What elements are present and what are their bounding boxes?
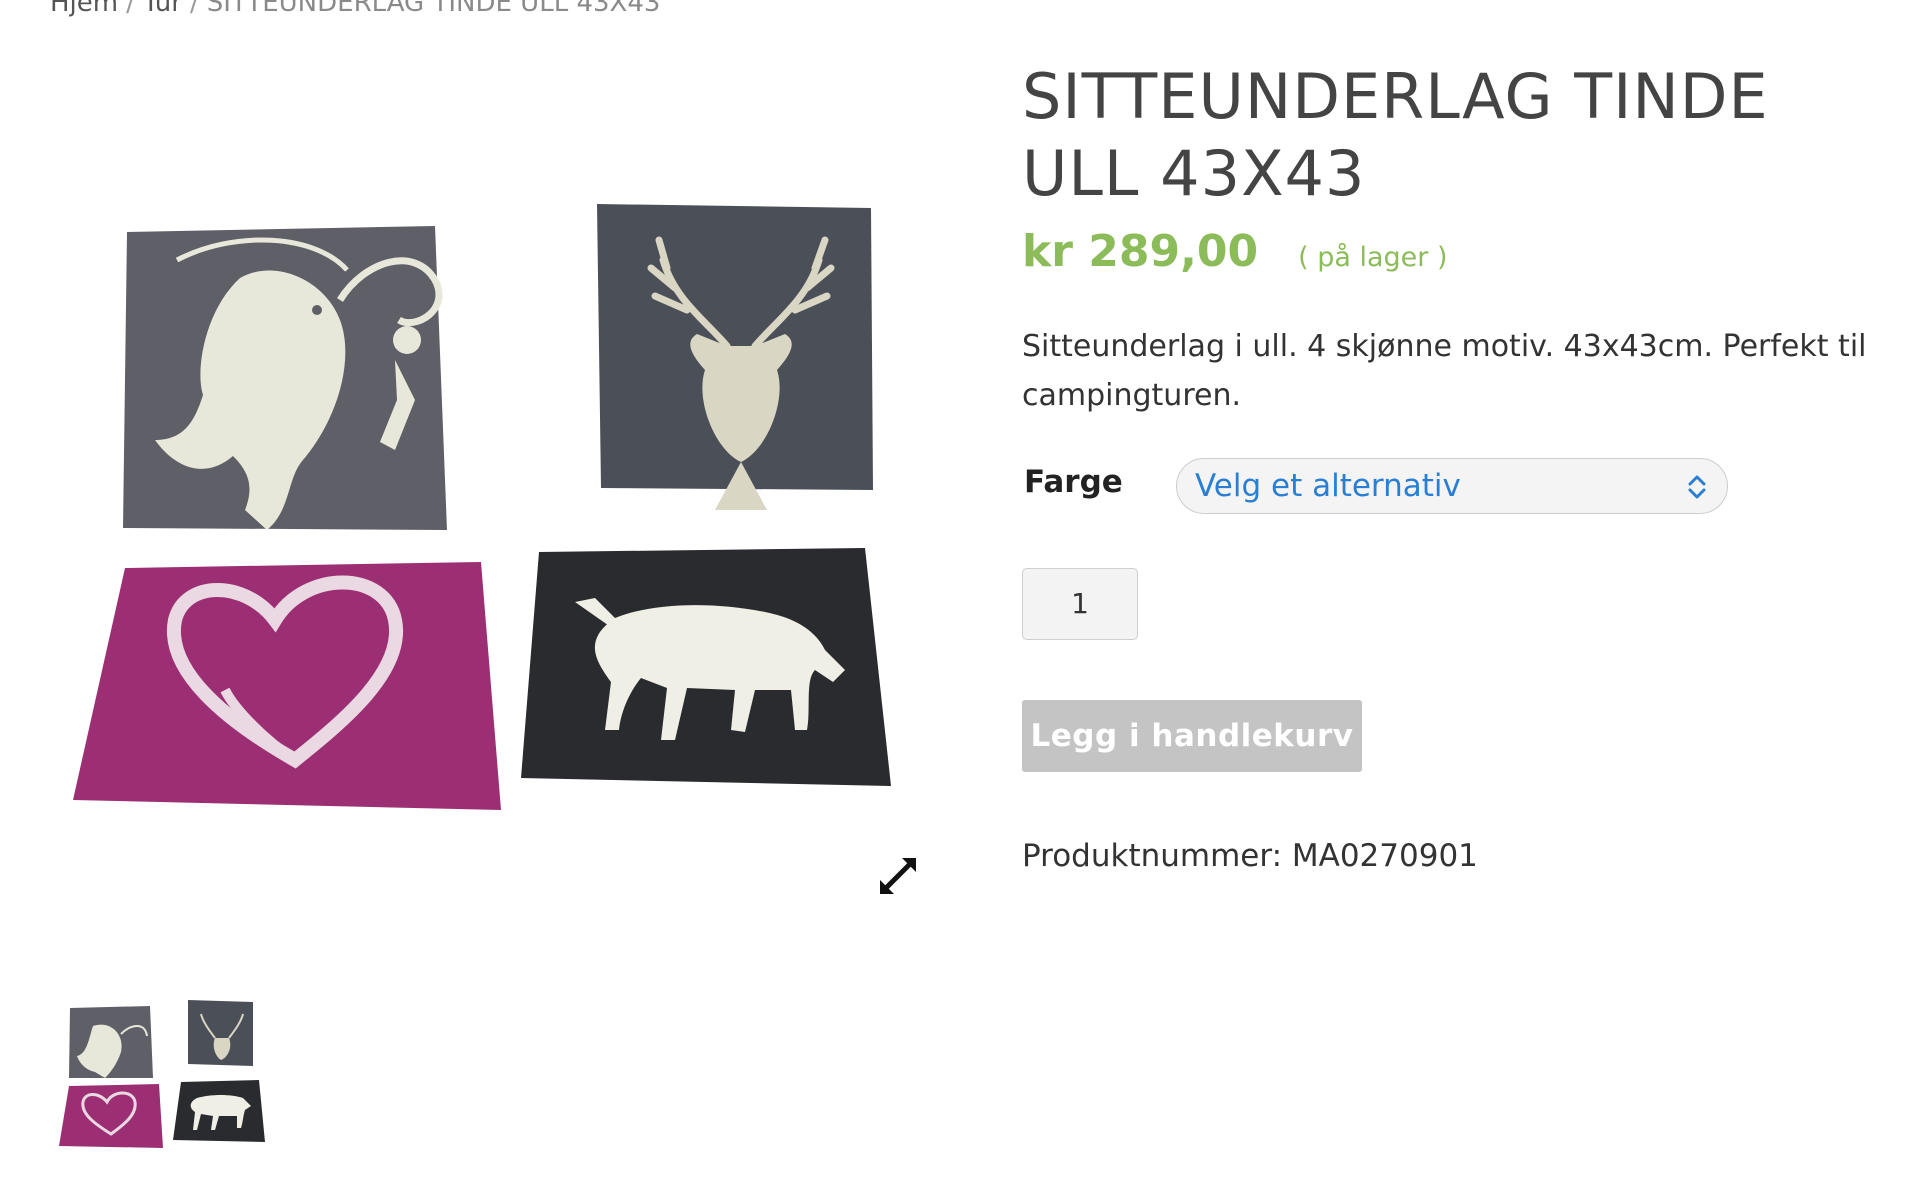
thumbnail-artwork [59, 1000, 265, 1148]
color-select-value: Velg et alternativ [1195, 468, 1461, 504]
gallery-thumbnail[interactable] [55, 998, 273, 1156]
expand-arrows-icon [880, 858, 916, 894]
product-price: kr 289,00 [1022, 226, 1259, 277]
zoom-button[interactable] [868, 846, 928, 906]
product-description: Sitteunderlag i ull. 4 skjønne motiv. 43… [1022, 329, 1867, 413]
add-to-cart-button[interactable]: Legg i handlekurv [1022, 700, 1362, 772]
product-title: SITTEUNDERLAG TINDE ULL 43X43 [1022, 60, 1769, 210]
color-select[interactable]: Velg et alternativ [1176, 458, 1728, 514]
mat-moose [521, 548, 891, 786]
breadcrumb: Hjem / Tur / SITTEUNDERLAG TINDE ULL 43X43 [50, 0, 660, 18]
stock-status: ( på lager ) [1298, 242, 1448, 273]
product-sku: Produktnummer: MA0270901 [1022, 838, 1478, 874]
price-row: kr 289,00 ( på lager ) [1022, 226, 1447, 277]
mat-fish [123, 226, 447, 530]
product-image-artwork [73, 204, 891, 810]
select-chevron-icon [1688, 475, 1706, 499]
variation-label: Farge [1024, 464, 1123, 500]
breadcrumb-separator: / [126, 0, 135, 18]
breadcrumb-separator: / [189, 0, 199, 18]
mat-deer [597, 204, 873, 510]
quantity-input[interactable]: 1 [1022, 568, 1138, 640]
breadcrumb-category-link[interactable]: Tur [143, 0, 182, 18]
breadcrumb-home-link[interactable]: Hjem [50, 0, 118, 18]
mat-heart [73, 562, 501, 810]
breadcrumb-current: SITTEUNDERLAG TINDE ULL 43X43 [206, 0, 661, 18]
product-main-image[interactable] [55, 150, 935, 910]
